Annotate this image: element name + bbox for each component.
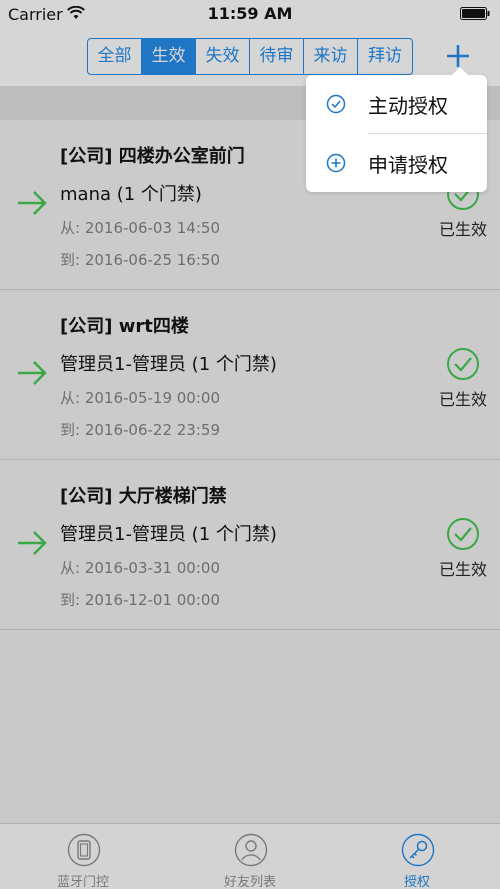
segment-expired[interactable]: 失效 <box>196 39 250 74</box>
menu-item-label: 申请授权 <box>368 153 448 177</box>
menu-item-request-authorization[interactable]: 申请授权 <box>306 134 487 192</box>
status-badge: 已生效 <box>439 220 488 239</box>
valid-from: 从: 2016-03-31 00:00 <box>60 559 220 577</box>
key-icon <box>401 833 435 867</box>
tab-bluetooth-door[interactable]: 蓝牙门控 <box>0 824 166 889</box>
status-badge: 已生效 <box>439 390 488 409</box>
list-item[interactable]: [公司] wrt四楼 管理员1-管理员 (1 个门禁) 从: 2016-05-1… <box>0 290 500 460</box>
door-title: [公司] wrt四楼 <box>60 316 189 337</box>
segment-pending[interactable]: 待审 <box>250 39 304 74</box>
arrow-right-icon <box>18 191 47 215</box>
menu-item-label: 主动授权 <box>368 94 448 118</box>
valid-to: 到: 2016-06-22 23:59 <box>60 421 220 439</box>
tab-bar: 蓝牙门控 好友列表 授权 <box>0 823 500 889</box>
valid-from: 从: 2016-06-03 14:50 <box>60 219 220 237</box>
add-popover-menu: 主动授权 申请授权 <box>306 67 487 192</box>
filter-segmented-control: 全部 生效 失效 待审 来访 拜访 <box>87 38 413 75</box>
status-badge: 已生效 <box>439 560 488 579</box>
plus-icon[interactable] <box>444 42 472 70</box>
arrow-right-icon <box>18 361 47 385</box>
battery-icon <box>460 7 490 20</box>
person-icon <box>234 833 268 867</box>
check-circle-icon <box>447 348 479 380</box>
tab-authorization[interactable]: 授权 <box>334 824 500 889</box>
door-title: [公司] 四楼办公室前门 <box>60 146 245 167</box>
plus-circle-icon <box>326 153 346 173</box>
tab-label: 蓝牙门控 <box>56 875 109 889</box>
arrow-right-icon <box>18 531 47 555</box>
tab-label: 好友列表 <box>223 875 276 889</box>
segment-outgoing-visit[interactable]: 拜访 <box>358 39 412 74</box>
segment-active[interactable]: 生效 <box>142 39 196 74</box>
segment-incoming-visit[interactable]: 来访 <box>304 39 358 74</box>
grantee-label: mana (1 个门禁) <box>60 184 202 205</box>
check-circle-icon <box>447 518 479 550</box>
valid-from: 从: 2016-05-19 00:00 <box>60 389 220 407</box>
phone-door-icon <box>67 833 101 867</box>
check-circle-icon <box>326 94 346 114</box>
status-bar: Carrier 11:59 AM <box>0 0 500 30</box>
grantee-label: 管理员1-管理员 (1 个门禁) <box>60 524 277 545</box>
tab-friends[interactable]: 好友列表 <box>167 824 333 889</box>
authorization-list: [公司] 四楼办公室前门 mana (1 个门禁) 从: 2016-06-03 … <box>0 120 500 630</box>
door-title: [公司] 大厅楼梯门禁 <box>60 486 227 507</box>
list-item[interactable]: [公司] 大厅楼梯门禁 管理员1-管理员 (1 个门禁) 从: 2016-03-… <box>0 460 500 630</box>
segment-all[interactable]: 全部 <box>88 39 142 74</box>
menu-item-grant-authorization[interactable]: 主动授权 <box>306 75 487 133</box>
clock: 11:59 AM <box>207 4 293 23</box>
grantee-label: 管理员1-管理员 (1 个门禁) <box>60 354 277 375</box>
tab-label: 授权 <box>403 875 430 889</box>
valid-to: 到: 2016-06-25 16:50 <box>60 251 220 269</box>
valid-to: 到: 2016-12-01 00:00 <box>60 591 220 609</box>
